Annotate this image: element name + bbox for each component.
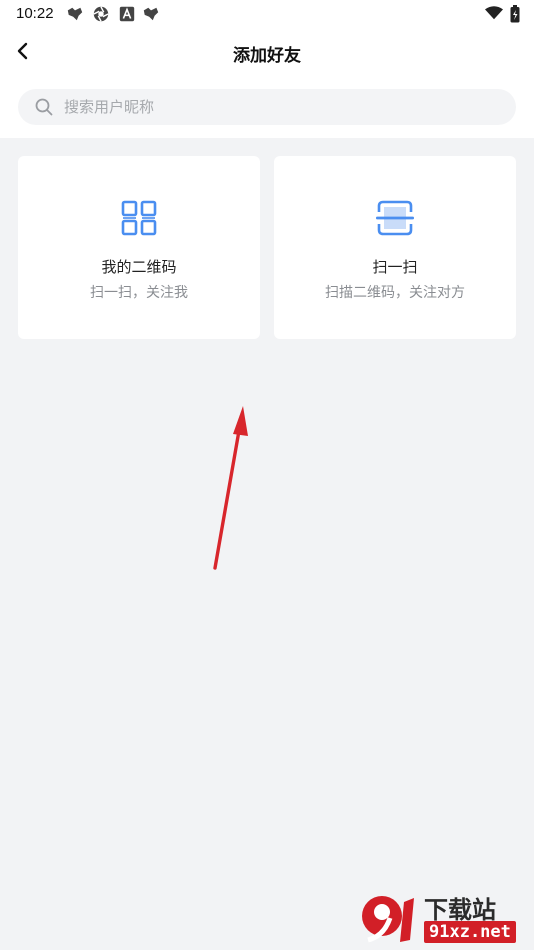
scan-icon xyxy=(376,200,414,236)
scan-card[interactable]: 扫一扫 扫描二维码，关注对方 xyxy=(274,156,516,339)
aperture-icon xyxy=(93,6,109,22)
page-title: 添加好友 xyxy=(233,46,301,66)
wolf-icon xyxy=(67,7,83,21)
app-a-icon xyxy=(119,6,135,22)
search-icon xyxy=(35,98,53,116)
watermark-title: 下载站 xyxy=(424,896,496,924)
wifi-icon xyxy=(484,6,503,20)
battery-icon xyxy=(510,5,520,23)
nav-bar: 添加好友 xyxy=(0,28,534,78)
status-time: 10:22 xyxy=(16,5,54,22)
search-input[interactable] xyxy=(62,97,466,117)
watermark-url: 91xz.net xyxy=(424,921,516,943)
card-title: 我的二维码 xyxy=(101,258,177,276)
status-right-group xyxy=(484,5,520,24)
watermark-mascot-icon xyxy=(362,896,414,943)
wolf-icon xyxy=(143,7,159,21)
card-subtitle: 扫描二维码，关注对方 xyxy=(325,285,465,301)
card-subtitle: 扫一扫，关注我 xyxy=(90,285,188,301)
search-bar[interactable] xyxy=(18,89,516,125)
header-area: 10:22 添加好友 xyxy=(0,0,534,138)
qr-code-icon xyxy=(121,200,157,236)
status-bar: 10:22 xyxy=(0,0,534,28)
annotation-arrow xyxy=(213,406,248,570)
card-title: 扫一扫 xyxy=(372,258,418,276)
watermark-logo: 下载站 91xz.net xyxy=(360,890,530,948)
my-qr-code-card[interactable]: 我的二维码 扫一扫，关注我 xyxy=(18,156,260,339)
